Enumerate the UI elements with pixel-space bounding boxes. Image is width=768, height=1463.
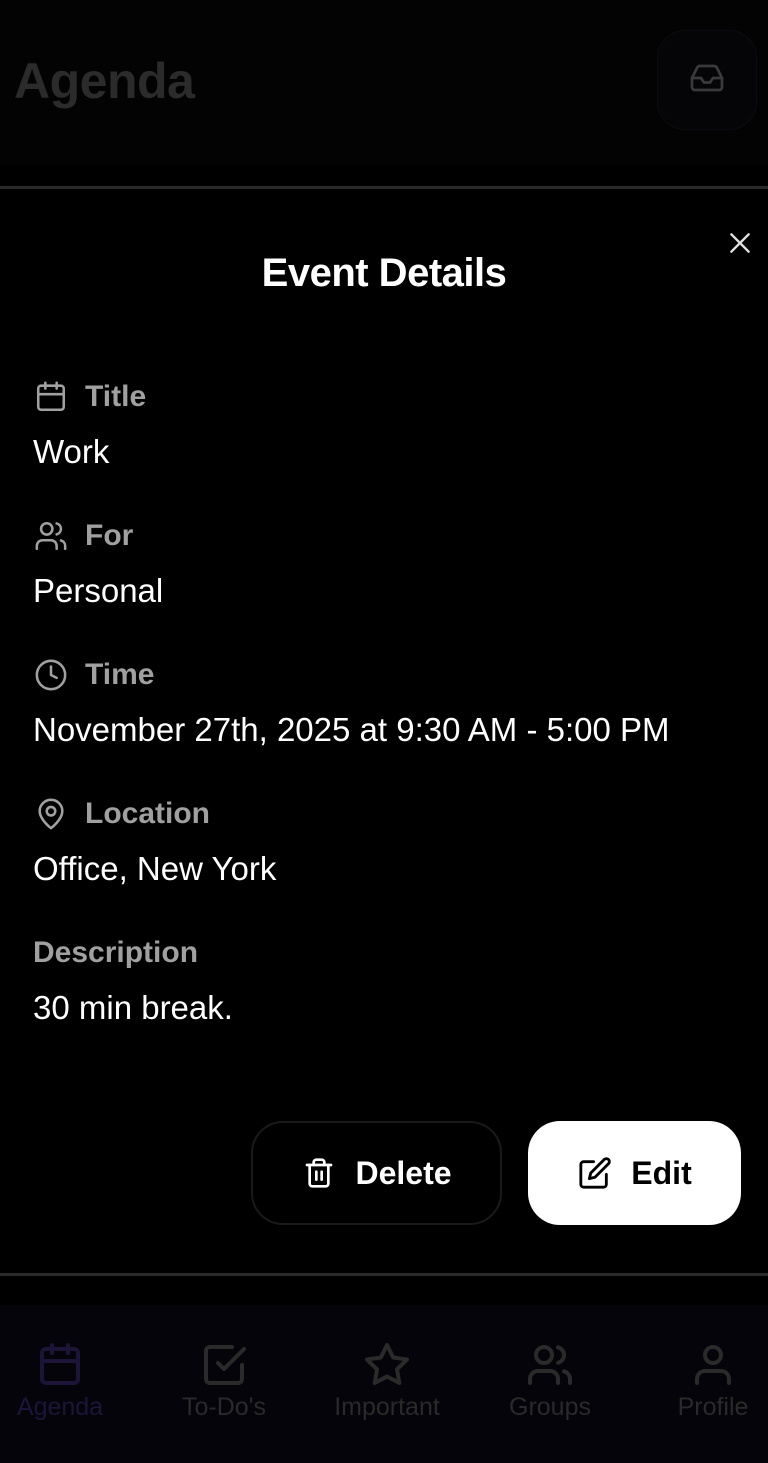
app-header: Agenda bbox=[0, 0, 768, 165]
bottom-tab-bar: Agenda To-Do's Important Groups Profile bbox=[0, 1305, 768, 1463]
tab-todos[interactable]: To-Do's bbox=[168, 1305, 280, 1463]
field-time-label: Time bbox=[85, 658, 155, 691]
field-time-value: November 27th, 2025 at 9:30 AM - 5:00 PM bbox=[33, 711, 670, 748]
field-for: For Personal bbox=[33, 516, 163, 610]
field-title: Title Work bbox=[33, 377, 146, 471]
tab-todos-label: To-Do's bbox=[182, 1393, 266, 1421]
checkbox-icon bbox=[200, 1341, 248, 1389]
tab-important-label: Important bbox=[334, 1393, 440, 1421]
delete-button[interactable]: Delete bbox=[251, 1121, 502, 1225]
field-title-value: Work bbox=[33, 433, 110, 470]
tab-groups[interactable]: Groups bbox=[500, 1305, 600, 1463]
field-title-label: Title bbox=[85, 380, 147, 413]
edit-button-label: Edit bbox=[631, 1154, 692, 1191]
edit-button[interactable]: Edit bbox=[528, 1121, 741, 1225]
field-location-value: Office, New York bbox=[33, 850, 277, 887]
clock-icon bbox=[33, 657, 69, 693]
star-icon bbox=[363, 1341, 411, 1389]
event-details-sheet: Event Details Title Work For Personal Ti… bbox=[0, 186, 768, 1276]
edit-icon bbox=[577, 1155, 613, 1191]
page-title: Agenda bbox=[14, 53, 195, 109]
map-pin-icon bbox=[33, 796, 69, 832]
field-location: Location Office, New York bbox=[33, 794, 276, 888]
tab-groups-label: Groups bbox=[509, 1393, 591, 1421]
calendar-icon bbox=[33, 379, 69, 415]
tab-profile[interactable]: Profile bbox=[668, 1305, 758, 1463]
user-icon bbox=[689, 1341, 737, 1389]
field-description-label: Description bbox=[33, 936, 199, 969]
inbox-button[interactable] bbox=[657, 30, 757, 130]
tab-agenda-label: Agenda bbox=[16, 1393, 104, 1421]
inbox-icon bbox=[689, 60, 725, 101]
field-for-value: Personal bbox=[33, 572, 164, 609]
field-location-label: Location bbox=[85, 797, 210, 830]
tab-important[interactable]: Important bbox=[322, 1305, 452, 1463]
users-icon bbox=[526, 1341, 574, 1389]
delete-button-label: Delete bbox=[355, 1154, 452, 1191]
calendar-icon bbox=[36, 1341, 84, 1389]
tab-profile-label: Profile bbox=[677, 1393, 749, 1421]
field-for-label: For bbox=[85, 519, 134, 552]
trash-icon bbox=[301, 1155, 337, 1191]
field-time: Time November 27th, 2025 at 9:30 AM - 5:… bbox=[33, 655, 670, 749]
tab-agenda[interactable]: Agenda bbox=[10, 1305, 110, 1463]
users-icon bbox=[33, 518, 69, 554]
field-description: Description 30 min break. bbox=[33, 933, 233, 1027]
sheet-title: Event Details bbox=[261, 251, 507, 295]
field-description-value: 30 min break. bbox=[33, 989, 233, 1026]
